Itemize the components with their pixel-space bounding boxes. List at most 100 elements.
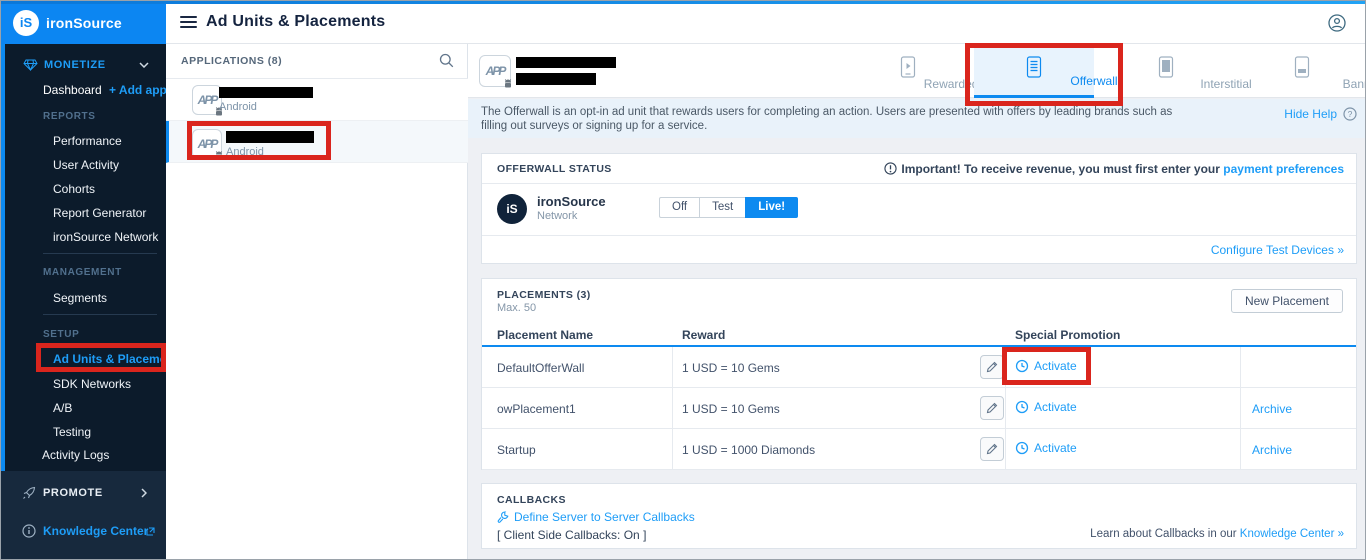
sidebar-item-report-generator[interactable]: Report Generator [53,206,146,220]
sidebar-item-monetize[interactable]: MONETIZE [1,53,166,77]
network-subtitle: Network [537,210,578,222]
app-platform-label: Android [219,101,257,113]
rewarded-video-icon [900,56,916,78]
monetize-label: MONETIZE [44,59,106,71]
clock-icon [1015,441,1029,455]
placement-name: DefaultOfferWall [497,361,585,375]
external-link-icon [146,526,155,536]
placement-row: Startup 1 USD = 1000 Diamonds Activate A… [482,429,1356,470]
brand-logo-header[interactable]: iS ironSource [1,1,166,44]
chevron-right-icon [141,488,147,498]
activate-promotion-link[interactable]: Activate [1015,359,1077,373]
sidebar-item-ab[interactable]: A/B [53,401,72,415]
applications-panel: APPLICATIONS (8) APP Android APP Android [166,44,468,559]
status-off-button[interactable]: Off [659,197,700,218]
app-list-item-selected[interactable]: APP Android [166,121,468,163]
sidebar-divider [43,253,157,254]
server-callbacks-link[interactable]: Define Server to Server Callbacks [497,510,695,524]
sidebar-item-testing[interactable]: Testing [53,425,91,439]
placements-max-label: Max. 50 [497,302,537,314]
sidebar-item-cohorts[interactable]: Cohorts [53,182,95,196]
chevron-down-icon [139,62,149,68]
status-panel-footer: Configure Test Devices » [482,235,1356,263]
add-app-button[interactable]: + Add app [109,83,167,97]
sidebar-item-ironsource-network[interactable]: ironSource Network [53,230,158,244]
svg-text:?: ? [1348,109,1353,119]
sidebar-divider [43,314,157,315]
clock-icon [1015,400,1029,414]
archive-link[interactable]: Archive [1252,443,1292,457]
redacted-app-name [516,57,616,68]
sidebar-item-sdk-networks[interactable]: SDK Networks [53,377,131,391]
placement-reward: 1 USD = 10 Gems [682,361,780,375]
server-callbacks-label: Define Server to Server Callbacks [514,510,695,524]
top-accent-line [1,1,1365,4]
sidebar-item-ad-units-placements[interactable]: Ad Units & Placements [53,352,184,366]
ironsource-logo-icon: iS [13,9,39,36]
configure-test-devices-link[interactable]: Configure Test Devices » [1211,243,1344,257]
exclamation-circle-icon [884,162,898,175]
status-toggle-group: Off Test Live! [659,197,799,218]
promote-label: PROMOTE [43,487,103,499]
activate-promotion-link[interactable]: Activate [1015,441,1077,455]
android-icon [215,151,223,160]
question-circle-icon[interactable]: ? [1343,107,1357,121]
sidebar-item-user-activity[interactable]: User Activity [53,158,119,172]
placement-row: DefaultOfferWall 1 USD = 10 Gems Activat… [482,347,1356,388]
status-live-button[interactable]: Live! [745,197,799,218]
activate-promotion-link[interactable]: Activate [1015,400,1077,414]
sidebar-item-segments[interactable]: Segments [53,291,107,305]
status-panel-title: OFFERWALL STATUS [497,163,612,175]
tab-rewarded-video[interactable]: Rewarded Video [848,44,1012,98]
app-root: iS ironSource MONETIZE Dashboard + Add a… [0,0,1366,560]
column-special-promotion: Special Promotion [1015,328,1121,342]
sidebar-item-promote[interactable]: PROMOTE [1,481,166,505]
important-notice: Important! To receive revenue, you must … [884,162,1344,176]
help-banner: The Offerwall is an opt-in ad unit that … [468,99,1365,138]
sidebar-item-dashboard[interactable]: Dashboard [43,83,102,97]
tab-banner[interactable]: Banner [1242,44,1365,98]
app-platform-label: Android [226,146,264,158]
monetize-active-strip [1,44,5,471]
redacted-app-name [219,87,313,98]
tab-offerwall[interactable]: Offerwall [974,44,1118,98]
clock-icon [1015,359,1029,373]
sidebar-item-performance[interactable]: Performance [53,134,122,148]
placement-name: Startup [497,443,536,457]
sidebar-item-activity-logs[interactable]: Activity Logs [42,448,109,462]
hide-help-link[interactable]: Hide Help [1284,107,1337,121]
search-icon[interactable] [439,53,454,68]
app-list-item[interactable]: APP Android [166,79,468,121]
page-title: Ad Units & Placements [206,13,386,30]
applications-count-label: APPLICATIONS (8) [181,55,283,67]
activate-label: Activate [1034,441,1077,455]
rocket-icon [23,486,36,499]
client-side-callbacks-status: [ Client Side Callbacks: On ] [497,528,647,542]
edit-placement-button[interactable] [980,396,1004,420]
knowledge-center-link[interactable]: Knowledge Center » [1240,528,1344,540]
info-circle-icon [22,524,36,538]
brand-name: ironSource [46,14,122,31]
status-panel-header: OFFERWALL STATUS Important! To receive r… [482,154,1356,184]
payment-preferences-link[interactable]: payment preferences [1223,162,1344,176]
tab-label: Banner [1342,77,1365,91]
sidebar-section-setup: SETUP [43,329,80,340]
placement-reward: 1 USD = 10 Gems [682,402,780,416]
account-icon[interactable] [1328,14,1346,32]
tab-interstitial[interactable]: Interstitial [1106,44,1252,98]
sidebar-item-knowledge-center[interactable]: Knowledge Center [1,519,166,543]
offerwall-status-panel: OFFERWALL STATUS Important! To receive r… [481,153,1357,264]
menu-icon[interactable] [180,16,197,29]
applications-header: APPLICATIONS (8) [166,44,468,79]
banner-icon [1294,56,1310,78]
placements-title: PLACEMENTS (3) [497,289,591,301]
edit-placement-button[interactable] [980,355,1004,379]
important-text: Important! To receive revenue, you must … [901,162,1220,176]
edit-placement-button[interactable] [980,437,1004,461]
pencil-icon [986,402,998,414]
archive-link[interactable]: Archive [1252,402,1292,416]
activate-label: Activate [1034,400,1077,414]
new-placement-button[interactable]: New Placement [1230,289,1343,313]
column-placement-name: Placement Name [497,328,594,342]
status-test-button[interactable]: Test [699,197,746,218]
